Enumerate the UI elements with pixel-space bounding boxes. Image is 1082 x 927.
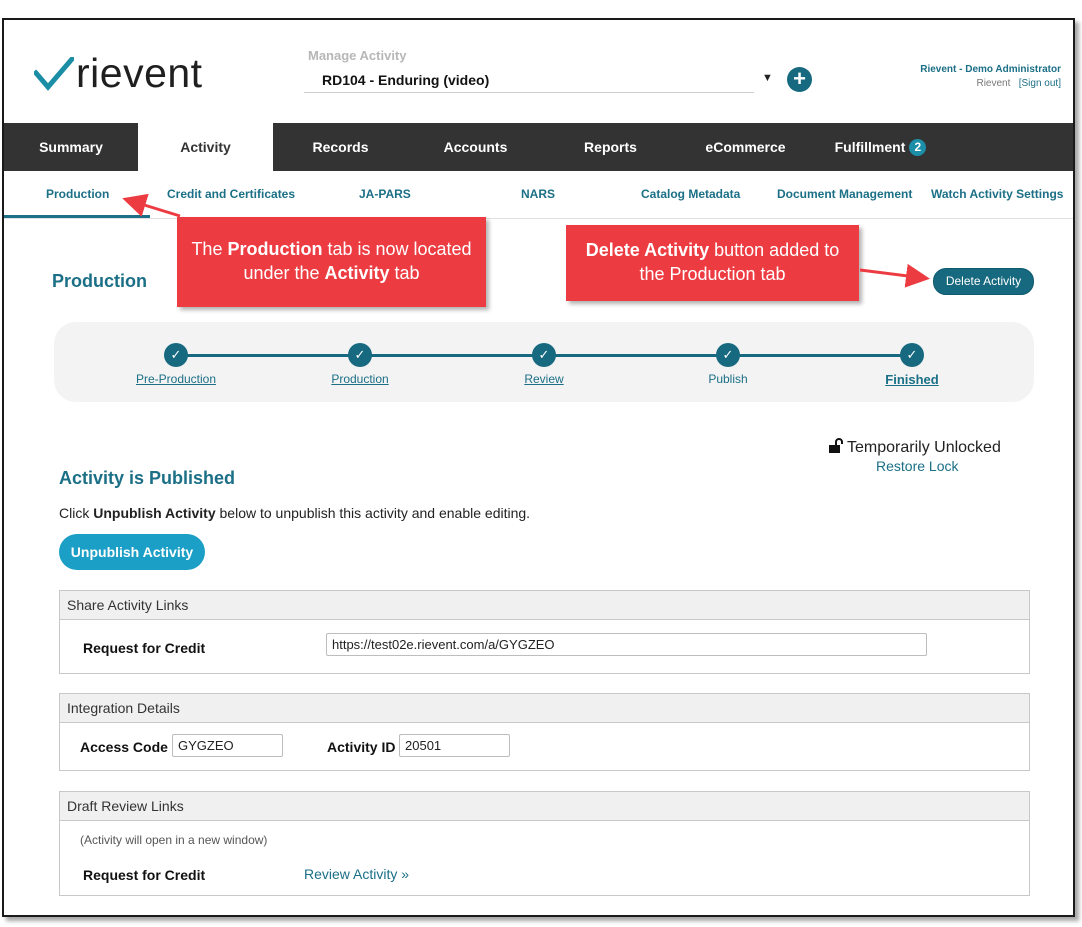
arrow-to-production-tab [122, 193, 181, 218]
app-window: rievent Manage Activity RD104 - Enduring… [2, 18, 1075, 917]
published-desc-bold: Unpublish Activity [93, 505, 216, 521]
arrow-to-delete-button [859, 263, 930, 288]
review-activity-link[interactable]: Review Activity » [304, 866, 409, 882]
unlock-icon [829, 438, 843, 453]
restore-lock-link[interactable]: Restore Lock [876, 458, 958, 474]
step-label-production[interactable]: Production [280, 372, 440, 386]
published-title: Activity is Published [59, 468, 236, 488]
request-for-credit-label: Request for Credit [83, 640, 206, 656]
lock-status: Temporarily Unlocked [829, 438, 1001, 457]
check-icon: ✓ [532, 343, 556, 367]
share-activity-links-panel: Share Activity Links Request for Credit [59, 590, 1030, 674]
request-for-credit-label: Request for Credit [83, 867, 206, 883]
activity-id-field[interactable] [399, 734, 510, 757]
check-icon: ✓ [900, 343, 924, 367]
step-label-publish: Publish [708, 372, 748, 386]
draft-review-links-panel: Draft Review Links (Activity will open i… [59, 791, 1030, 896]
panel-heading: Share Activity Links [60, 591, 1029, 620]
integration-details-panel: Integration Details Access Code Activity… [59, 693, 1030, 771]
step-label-review[interactable]: Review [464, 372, 624, 386]
published-desc-text-2: below to unpublish this activity and ena… [215, 505, 531, 521]
panel-heading: Integration Details [60, 694, 1029, 723]
lock-status-text: Temporarily Unlocked [847, 439, 1001, 456]
published-desc-text-1: Click [59, 505, 94, 521]
check-icon: ✓ [716, 343, 740, 367]
step-label-finished[interactable]: Finished [832, 372, 992, 387]
new-window-note: (Activity will open in a new window) [80, 833, 268, 847]
production-progress-tracker: ✓ Pre-Production ✓ Production ✓ Review ✓… [54, 322, 1034, 402]
access-code-label: Access Code [80, 739, 168, 755]
request-for-credit-url-field[interactable] [326, 633, 927, 656]
check-icon: ✓ [348, 343, 372, 367]
panel-heading: Draft Review Links [60, 792, 1029, 821]
access-code-field[interactable] [172, 734, 283, 757]
check-icon: ✓ [164, 343, 188, 367]
step-label-pre-production[interactable]: Pre-Production [96, 372, 256, 386]
published-description: Click Unpublish Activity below to unpubl… [59, 505, 530, 521]
unpublish-activity-button[interactable]: Unpublish Activity [59, 534, 205, 570]
activity-id-label: Activity ID [327, 739, 396, 755]
